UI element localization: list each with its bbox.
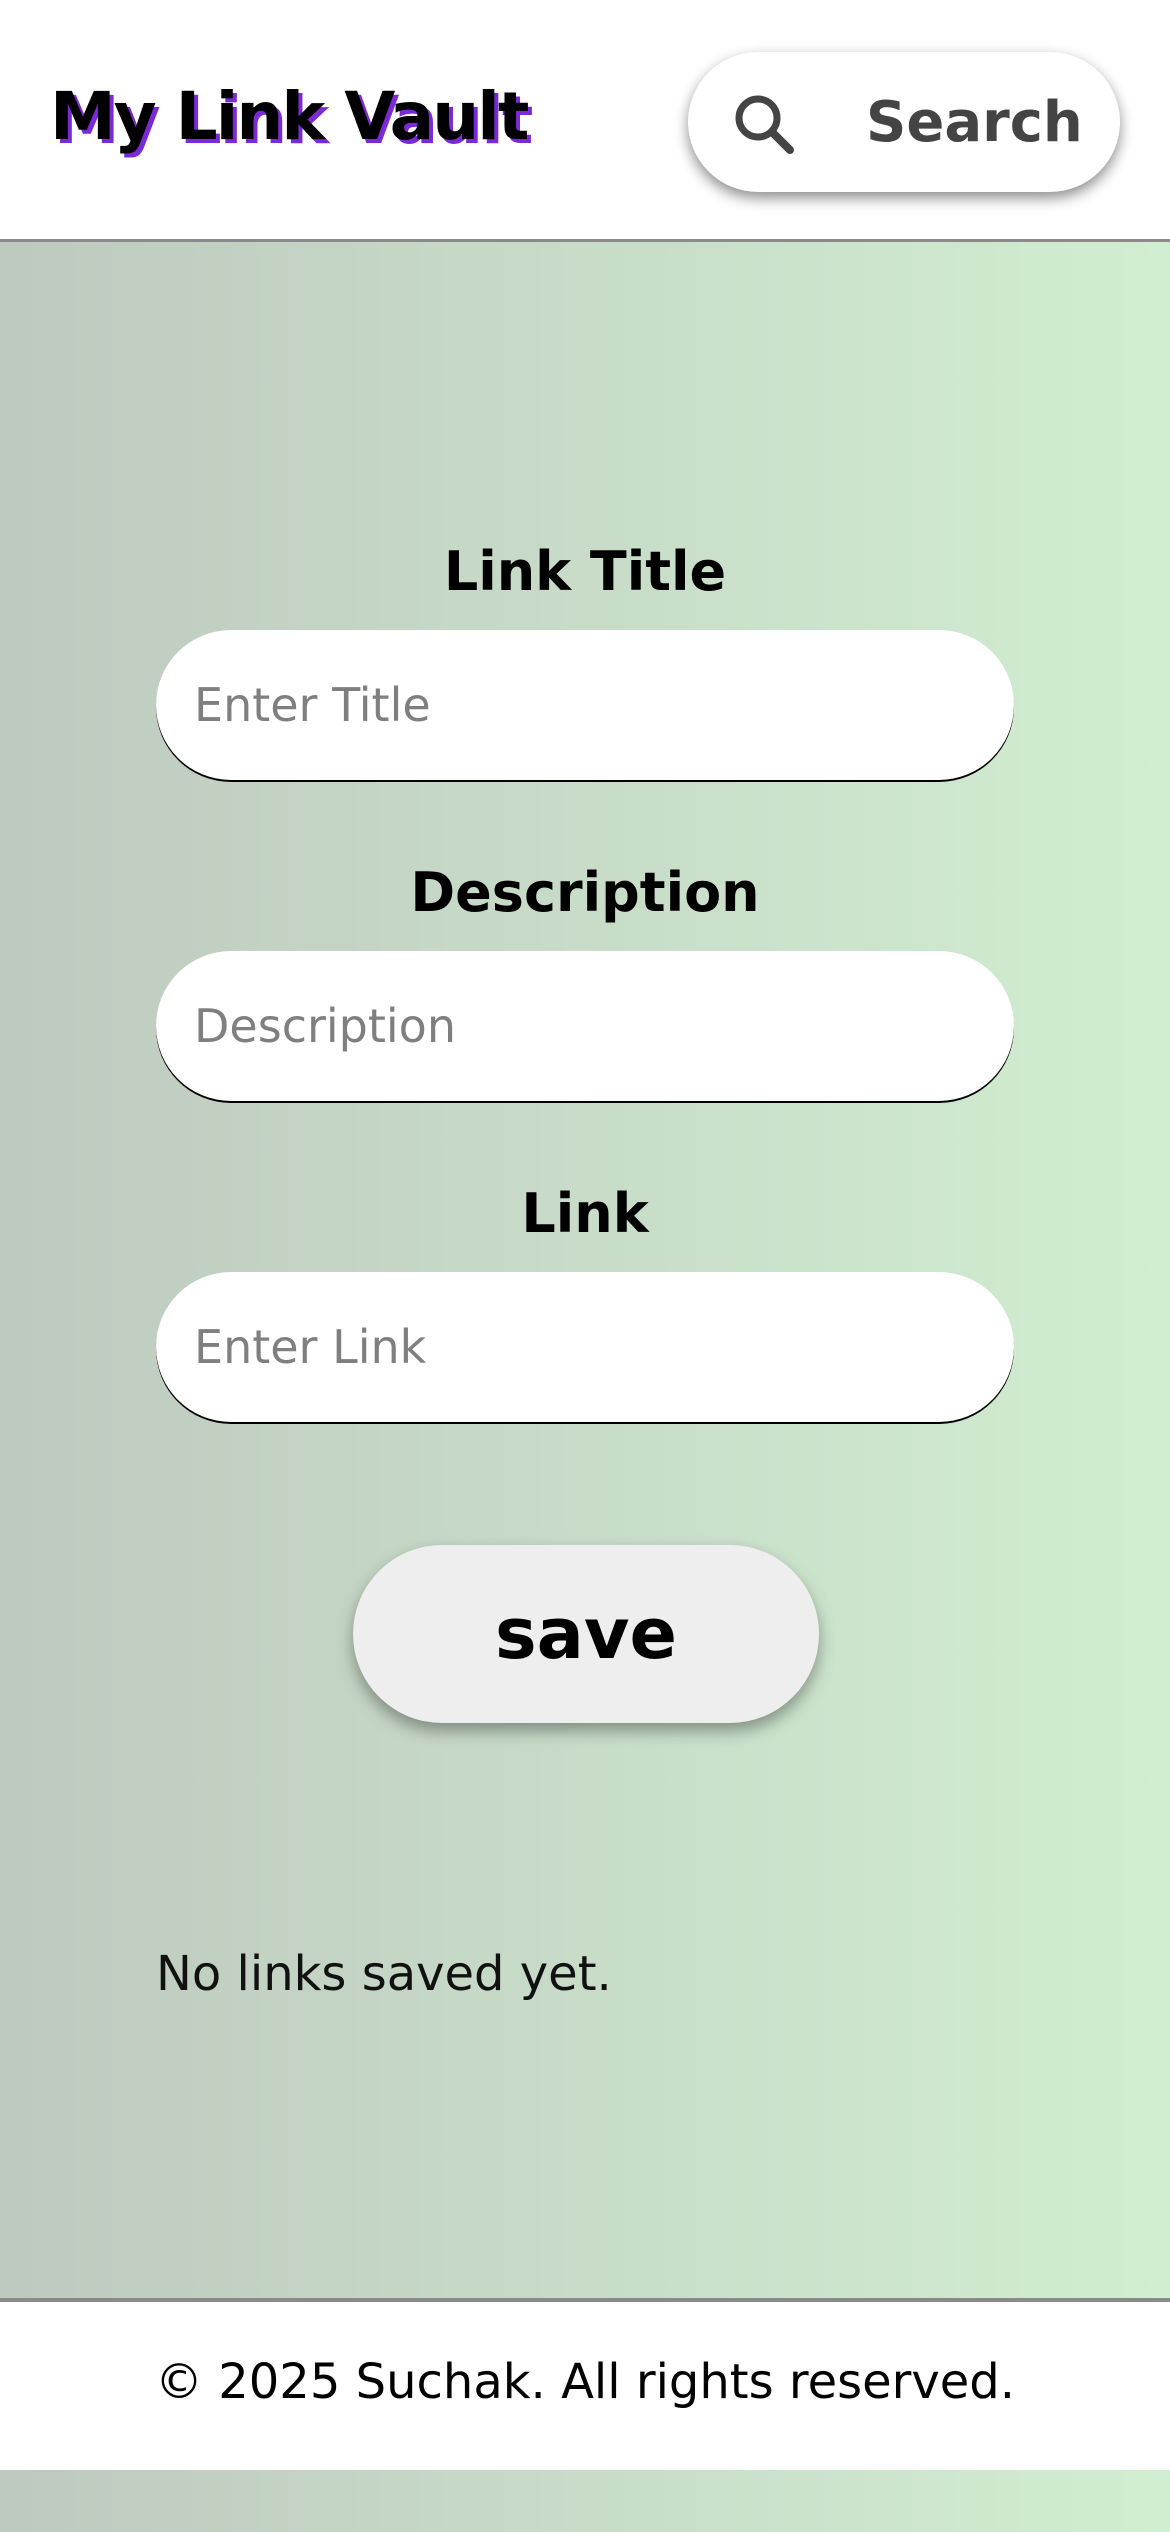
description-label: Description xyxy=(410,861,760,924)
empty-links-message: No links saved yet. xyxy=(156,1946,612,2002)
title-label: Link Title xyxy=(443,540,727,603)
description-input[interactable] xyxy=(156,951,1014,1101)
page-footer: © 2025 Suchak. All rights reserved. xyxy=(0,2298,1170,2470)
search-icon xyxy=(735,95,794,154)
link-input[interactable] xyxy=(156,1272,1014,1422)
copyright-text: © 2025 Suchak. All rights reserved. xyxy=(154,2354,1016,2410)
link-label: Link xyxy=(521,1182,649,1245)
search-label: Search xyxy=(866,90,1083,155)
search-button[interactable]: Search xyxy=(688,52,1120,192)
title-input[interactable] xyxy=(156,630,1014,780)
save-button[interactable]: save xyxy=(353,1545,819,1723)
app-title: My Link Vault xyxy=(50,78,529,155)
app-header: My Link Vault Search xyxy=(0,0,1170,242)
